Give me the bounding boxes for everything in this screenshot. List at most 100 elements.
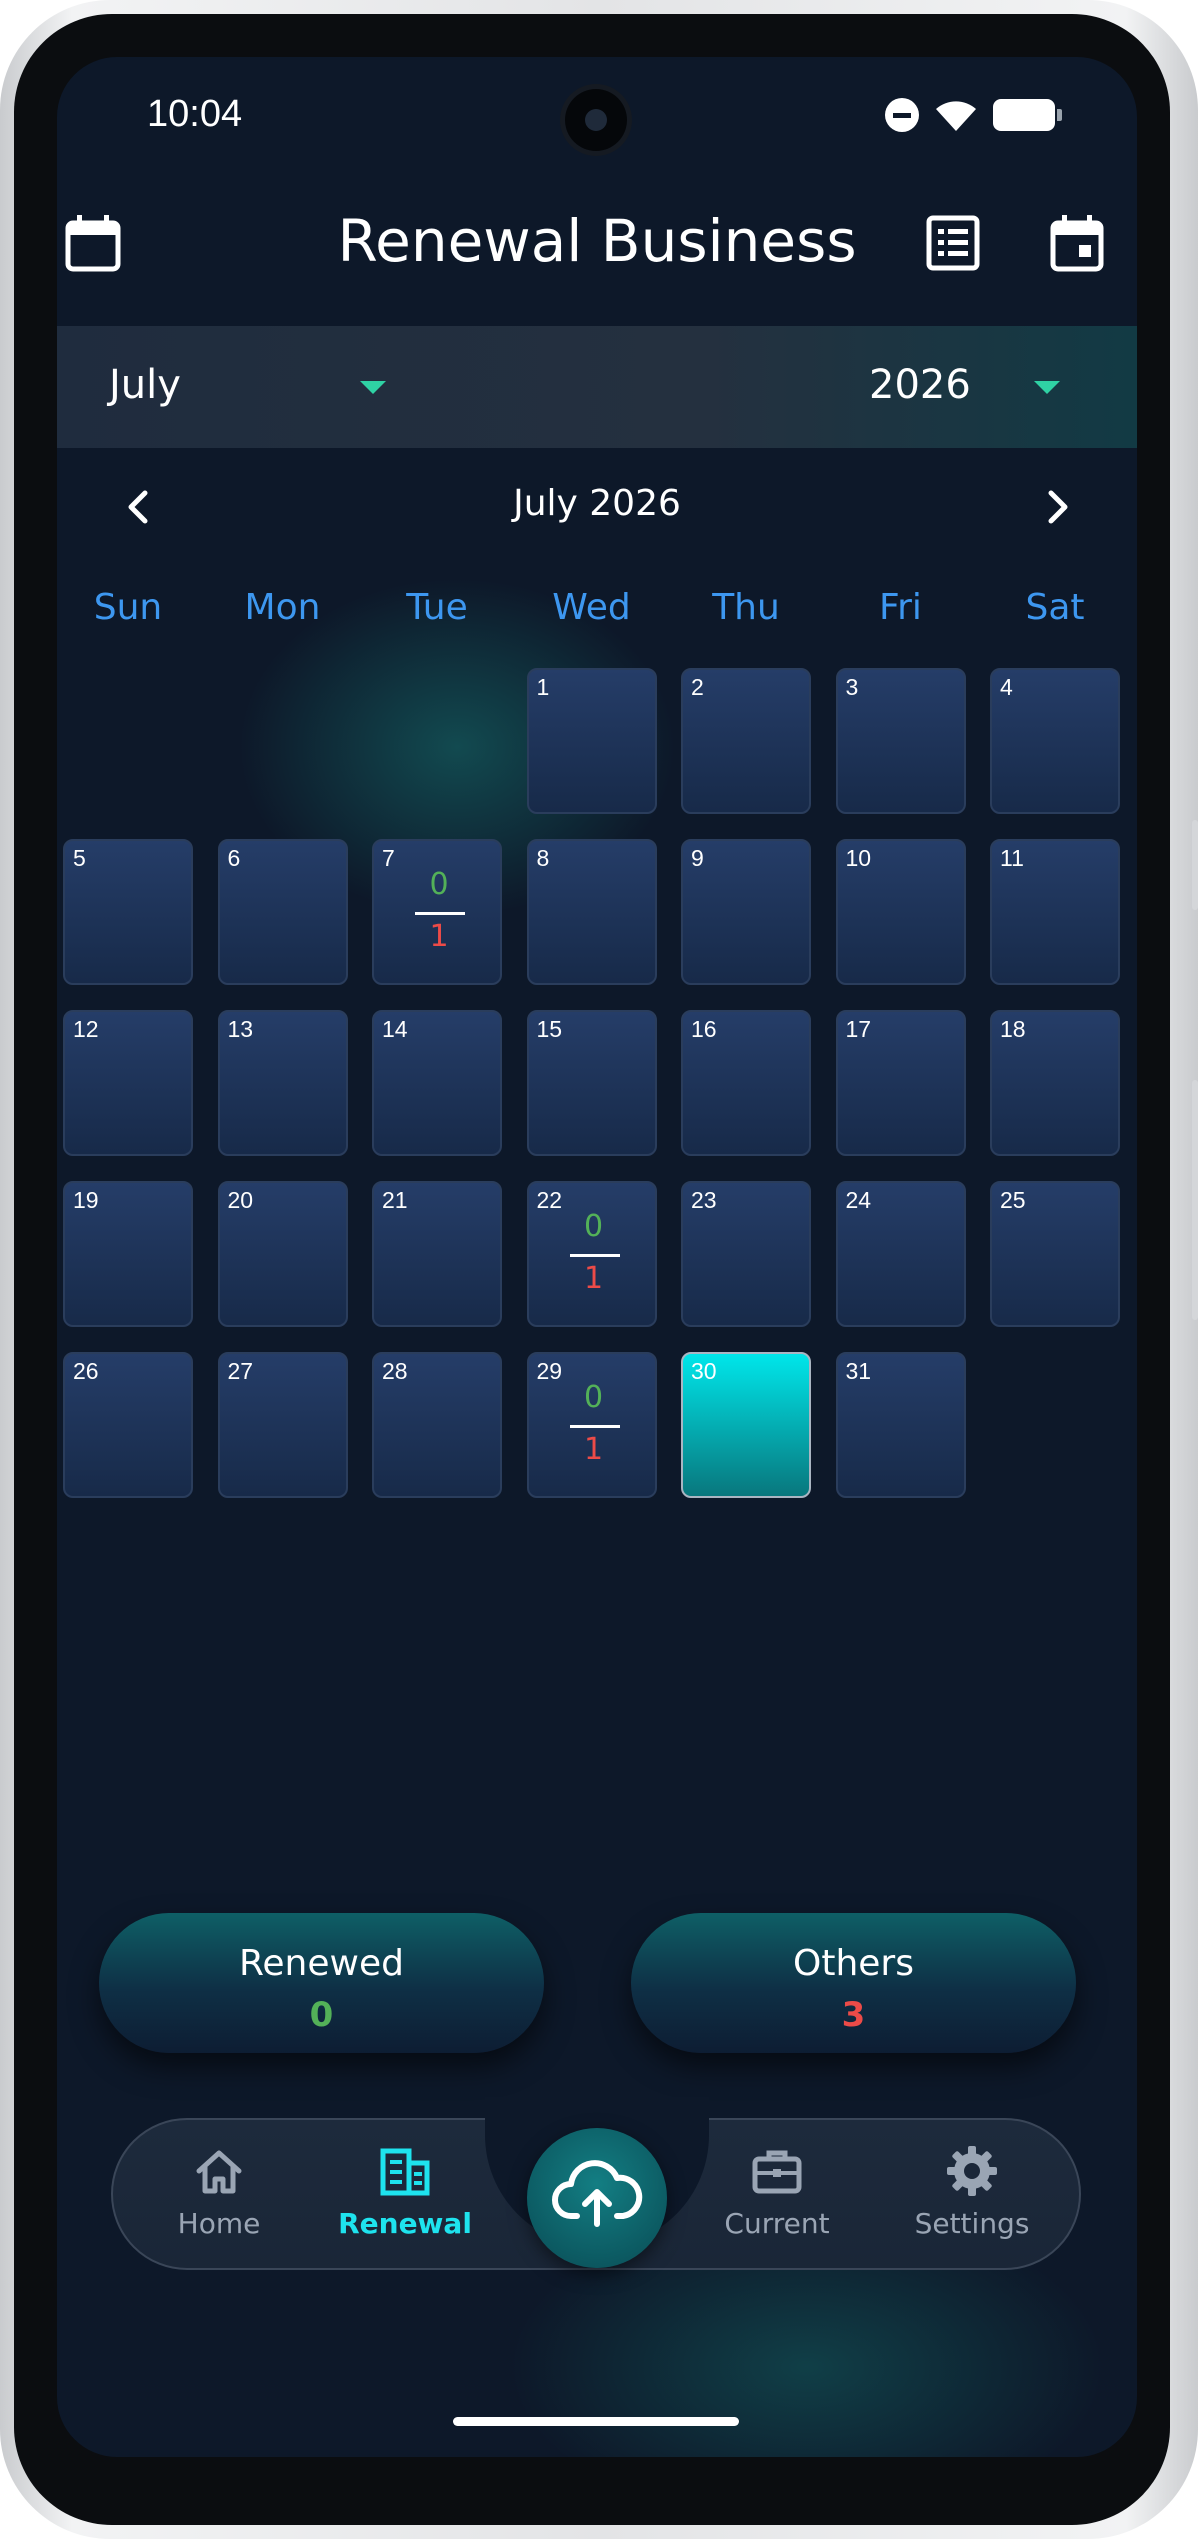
nav-home[interactable]: Home bbox=[139, 2133, 299, 2253]
renewed-count: 0 bbox=[309, 1995, 334, 2035]
calendar-day[interactable]: 5 bbox=[63, 839, 193, 985]
wifi-icon bbox=[936, 101, 976, 131]
weekday-label: Mon bbox=[244, 587, 321, 628]
month-dropdown-arrow-icon[interactable] bbox=[360, 381, 386, 394]
nav-settings-label: Settings bbox=[914, 2207, 1030, 2240]
day-number: 27 bbox=[227, 1358, 254, 1384]
calendar-title: July 2026 bbox=[513, 483, 681, 524]
day-number: 29 bbox=[536, 1358, 563, 1384]
count-divider bbox=[415, 912, 465, 915]
calendar-day[interactable]: 1 bbox=[526, 668, 657, 814]
status-icons bbox=[885, 97, 1062, 133]
weekday-label: Tue bbox=[406, 587, 468, 628]
calendar-day[interactable]: 16 bbox=[681, 1010, 811, 1156]
calendar-day[interactable]: 28 bbox=[372, 1352, 502, 1498]
day-number: 4 bbox=[1000, 674, 1013, 700]
nav-renewal[interactable]: Renewal bbox=[325, 2133, 485, 2253]
calendar-day[interactable]: 11 bbox=[990, 839, 1120, 985]
renewed-summary[interactable]: Renewed 0 bbox=[99, 1913, 544, 2053]
calendar-day[interactable]: 21 bbox=[372, 1181, 502, 1327]
day-number: 6 bbox=[227, 845, 241, 871]
day-number: 13 bbox=[227, 1016, 254, 1042]
calendar-day[interactable]: 12 bbox=[63, 1010, 193, 1156]
nav-current[interactable]: Current bbox=[697, 2133, 857, 2253]
calendar-day[interactable]: 29 0 1 bbox=[526, 1352, 657, 1498]
day-number: 31 bbox=[845, 1358, 872, 1384]
day-number: 24 bbox=[845, 1187, 872, 1213]
calendar-day[interactable]: 31 bbox=[835, 1352, 966, 1498]
others-count: 3 bbox=[841, 1995, 866, 2035]
day-number: 3 bbox=[845, 674, 859, 700]
day-number: 11 bbox=[1000, 845, 1024, 871]
day-number: 19 bbox=[73, 1187, 99, 1213]
day-number: 5 bbox=[73, 845, 86, 871]
others-summary[interactable]: Others 3 bbox=[631, 1913, 1076, 2053]
weekday-label: Wed bbox=[552, 587, 631, 628]
calendar-day-today[interactable]: 30 bbox=[681, 1352, 811, 1498]
weekday-label: Sun bbox=[93, 587, 163, 628]
day-number: 30 bbox=[691, 1358, 717, 1384]
calendar-day[interactable]: 10 bbox=[835, 839, 966, 985]
calendar-day[interactable]: 14 bbox=[372, 1010, 502, 1156]
list-view-icon[interactable] bbox=[923, 213, 983, 273]
calendar-day[interactable]: 22 0 1 bbox=[526, 1181, 657, 1327]
calendar-day[interactable]: 25 bbox=[990, 1181, 1120, 1327]
calendar-day[interactable]: 24 bbox=[835, 1181, 966, 1327]
home-icon bbox=[196, 2150, 242, 2194]
briefcase-icon bbox=[752, 2150, 802, 2194]
year-dropdown-arrow-icon[interactable] bbox=[1034, 381, 1060, 394]
day-number: 15 bbox=[536, 1016, 563, 1042]
calendar-day[interactable]: 19 bbox=[63, 1181, 193, 1327]
weekday-label: Fri bbox=[879, 587, 922, 628]
day-number: 17 bbox=[845, 1016, 872, 1042]
cloud-upload-icon bbox=[552, 2160, 643, 2227]
calendar-day[interactable]: 8 bbox=[526, 839, 657, 985]
calendar-day[interactable]: 4 bbox=[990, 668, 1120, 814]
calendar-day-icon[interactable] bbox=[1047, 213, 1107, 273]
count-divider bbox=[569, 1254, 620, 1257]
day-number: 2 bbox=[691, 674, 704, 700]
others-label: Others bbox=[793, 1943, 914, 1984]
nav-settings[interactable]: Settings bbox=[892, 2133, 1052, 2253]
upload-fab[interactable] bbox=[527, 2128, 667, 2268]
volume-button bbox=[1192, 1080, 1198, 1320]
day-renewed-count: 0 bbox=[583, 1380, 604, 1415]
day-number: 10 bbox=[845, 845, 872, 871]
next-month-icon[interactable] bbox=[1037, 487, 1077, 527]
calendar-day[interactable]: 18 bbox=[990, 1010, 1120, 1156]
calendar-day[interactable]: 20 bbox=[217, 1181, 348, 1327]
count-divider bbox=[569, 1425, 620, 1428]
day-number: 23 bbox=[691, 1187, 717, 1213]
month-dropdown[interactable]: July bbox=[109, 362, 181, 408]
calendar-day[interactable]: 3 bbox=[835, 668, 966, 814]
day-number: 22 bbox=[536, 1187, 563, 1213]
day-number: 25 bbox=[1000, 1187, 1026, 1213]
calendar-day[interactable]: 26 bbox=[63, 1352, 193, 1498]
renewed-label: Renewed bbox=[239, 1943, 404, 1984]
day-renewed-count: 0 bbox=[429, 867, 449, 902]
calendar-day[interactable]: 6 bbox=[217, 839, 348, 985]
year-dropdown[interactable]: 2026 bbox=[869, 362, 971, 408]
day-number: 18 bbox=[1000, 1016, 1026, 1042]
calendar-day[interactable]: 15 bbox=[526, 1010, 657, 1156]
battery-icon bbox=[993, 99, 1062, 131]
calendar-day[interactable]: 27 bbox=[217, 1352, 348, 1498]
day-others-count: 1 bbox=[429, 919, 449, 954]
day-number: 21 bbox=[382, 1187, 408, 1213]
calendar-day[interactable]: 13 bbox=[217, 1010, 348, 1156]
calendar-day[interactable]: 2 bbox=[681, 668, 811, 814]
home-indicator[interactable] bbox=[453, 2417, 739, 2426]
day-number: 12 bbox=[73, 1016, 99, 1042]
renewal-icon bbox=[380, 2148, 430, 2196]
day-number: 8 bbox=[536, 845, 550, 871]
month-year-selector: July 2026 bbox=[57, 326, 1137, 448]
weekday-label: Sat bbox=[1025, 587, 1085, 628]
day-number: 16 bbox=[691, 1016, 717, 1042]
calendar-day[interactable]: 9 bbox=[681, 839, 811, 985]
calendar-day[interactable]: 7 0 1 bbox=[372, 839, 502, 985]
day-number: 1 bbox=[536, 674, 550, 700]
day-others-count: 1 bbox=[583, 1261, 604, 1296]
calendar-day[interactable]: 17 bbox=[835, 1010, 966, 1156]
calendar-day[interactable]: 23 bbox=[681, 1181, 811, 1327]
day-number: 26 bbox=[73, 1358, 99, 1384]
